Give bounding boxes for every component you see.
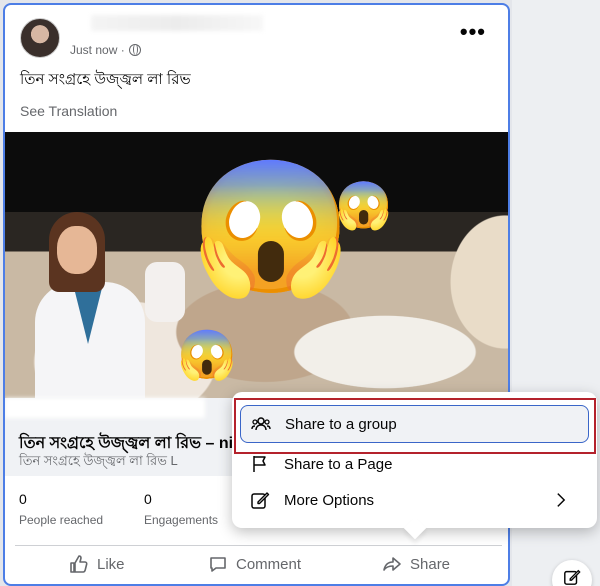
post-meta: Just now · xyxy=(70,43,141,57)
share-button[interactable]: Share xyxy=(382,554,450,574)
engagements-label: Engagements xyxy=(144,513,219,527)
post-timestamp[interactable]: Just now · xyxy=(70,43,125,57)
comment-label: Comment xyxy=(236,555,302,573)
globe-icon xyxy=(128,44,141,56)
see-translation-link[interactable]: See Translation xyxy=(20,103,117,119)
flag-icon xyxy=(253,456,266,472)
author-name-blurred xyxy=(91,15,263,31)
link-subtitle: তিন সংগ্রহে উজ্জ্বল লা রিভ L xyxy=(19,453,178,468)
screaming-face-emoji-large: 😱 xyxy=(190,154,352,300)
actions-divider xyxy=(15,545,502,546)
share-icon xyxy=(383,557,401,571)
comment-icon xyxy=(210,557,226,572)
highlight-annotation-box xyxy=(234,398,596,454)
people-reached-value: 0 xyxy=(19,491,27,507)
post-image[interactable]: 😱 😱 😱 xyxy=(5,132,508,398)
engagements-value: 0 xyxy=(144,491,152,507)
compose-icon xyxy=(564,569,581,585)
like-icon xyxy=(70,555,88,573)
screaming-face-emoji-bottom: 😱 xyxy=(177,329,237,382)
people-reached-stat: 0 People reached xyxy=(19,491,103,527)
more-options-item[interactable]: More Options xyxy=(240,481,589,519)
share-label: Share xyxy=(410,555,451,573)
chevron-right-icon xyxy=(557,493,566,507)
engagements-stat: 0 Engagements xyxy=(144,491,218,527)
post-header: Just now · ••• xyxy=(5,5,508,65)
glove xyxy=(145,262,185,322)
share-to-page-label: Share to a Page xyxy=(284,455,393,473)
more-options-icon[interactable]: ••• xyxy=(460,21,486,43)
like-label: Like xyxy=(97,555,125,573)
edit-icon xyxy=(251,492,270,509)
comment-button[interactable]: Comment xyxy=(208,554,301,574)
like-button[interactable]: Like xyxy=(69,554,125,574)
post-actions: Like Comment Share xyxy=(5,548,508,584)
screaming-face-emoji-small: 😱 xyxy=(335,179,393,231)
link-blur-overlay xyxy=(5,398,205,418)
avatar[interactable] xyxy=(20,18,60,58)
people-reached-label: People reached xyxy=(19,513,104,527)
more-options-label: More Options xyxy=(284,491,375,509)
face xyxy=(57,226,97,274)
post-text: তিন সংগ্রহে উজ্জ্বল লা রিভ xyxy=(20,71,191,88)
